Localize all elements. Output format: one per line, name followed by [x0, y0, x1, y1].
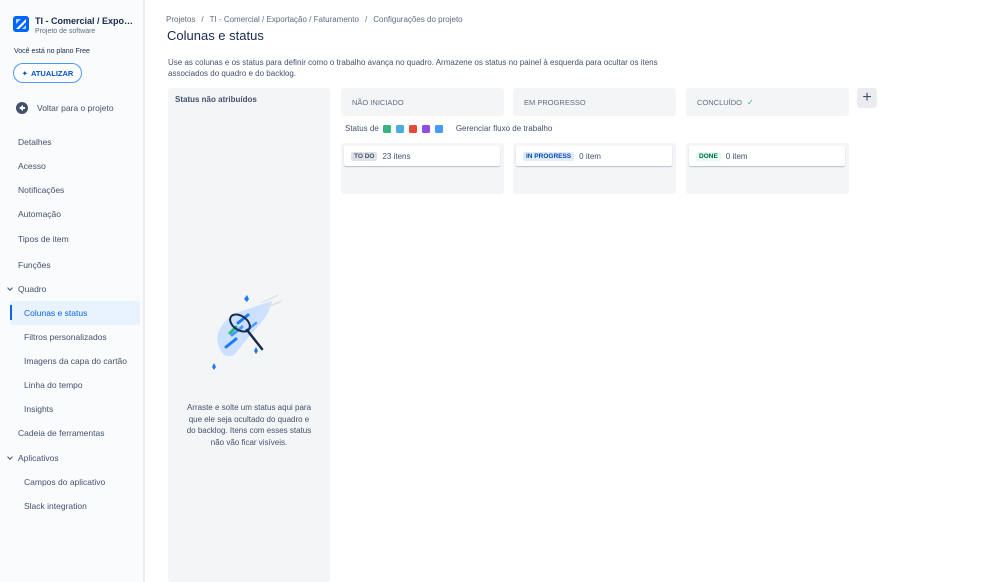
- sidebar-item-acesso[interactable]: Acesso: [18, 161, 46, 171]
- bug-type-icon: [408, 124, 417, 133]
- chevron-down-icon: [7, 453, 13, 460]
- status-of-label: Status de: [345, 124, 379, 133]
- page-title: Colunas e status: [167, 28, 264, 43]
- project-header[interactable]: TI - Comercial / Exporta... Projeto de s…: [13, 16, 135, 35]
- status-count: 0 item: [725, 151, 748, 161]
- status-card-in-progress[interactable]: IN PROGRESS 0 item: [516, 146, 672, 166]
- manage-workflow-link[interactable]: Gerenciar fluxo de trabalho: [456, 124, 553, 133]
- column-body-em-progresso[interactable]: IN PROGRESS 0 item: [513, 143, 676, 194]
- back-label: Voltar para o projeto: [37, 103, 114, 113]
- sidebar-item-automacao[interactable]: Automação: [18, 209, 61, 219]
- sidebar-item-linha[interactable]: Linha do tempo: [24, 380, 83, 390]
- back-to-project-link[interactable]: Voltar para o projeto: [16, 102, 114, 114]
- story-type-icon: [382, 124, 391, 133]
- column-header-em-progresso[interactable]: EM PROGRESSO: [513, 88, 676, 116]
- plus-icon: +: [862, 89, 872, 106]
- sidebar-item-campos[interactable]: Campos do aplicativo: [24, 477, 105, 487]
- status-lozenge: DONE: [696, 151, 721, 161]
- status-lozenge: TO DO: [351, 151, 378, 161]
- add-column-button[interactable]: +: [857, 88, 877, 108]
- breadcrumb-settings[interactable]: Configurações do projeto: [373, 15, 462, 24]
- sidebar: TI - Comercial / Exporta... Projeto de s…: [0, 0, 145, 582]
- task-type-icon: [395, 124, 404, 133]
- sidebar-item-cadeia[interactable]: Cadeia de ferramentas: [18, 428, 104, 438]
- column-header-concluido[interactable]: CONCLUÍDO ✓: [686, 88, 849, 116]
- upgrade-label: ATUALIZAR: [30, 68, 74, 78]
- sidebar-item-imagens[interactable]: Imagens da capa do cartão: [24, 356, 127, 366]
- column-title: CONCLUÍDO: [697, 97, 743, 107]
- column-title: NÃO INICIADO: [352, 97, 404, 107]
- sparkle-icon: ✦: [21, 68, 28, 78]
- epic-type-icon: [421, 124, 430, 133]
- sidebar-item-slack[interactable]: Slack integration: [24, 501, 87, 511]
- breadcrumb-project[interactable]: TI - Comercial / Exportação / Faturament…: [210, 15, 359, 24]
- sidebar-item-funcoes[interactable]: Funções: [18, 260, 51, 270]
- breadcrumb-separator: /: [201, 15, 204, 24]
- project-type: Projeto de software: [35, 28, 96, 35]
- sidebar-group-label: Aplicativos: [18, 453, 59, 463]
- upgrade-button[interactable]: ✦ ATUALIZAR: [13, 63, 82, 83]
- subtask-type-icon: [434, 124, 443, 133]
- breadcrumb-separator: /: [364, 15, 368, 24]
- column-body-concluido[interactable]: DONE 0 item: [686, 143, 849, 194]
- status-lozenge: IN PROGRESS: [523, 151, 575, 161]
- status-count: 23 itens: [382, 151, 411, 161]
- check-icon: ✓: [747, 97, 754, 107]
- plan-text: Você está no plano Free: [14, 48, 90, 55]
- unassigned-statuses-panel[interactable]: Status não atribuídos Arraste e solte um…: [168, 88, 330, 582]
- breadcrumb: Projetos / TI - Comercial / Exportação /…: [166, 15, 463, 24]
- page-description: Use as colunas e os status para definir …: [168, 58, 658, 78]
- sidebar-item-colunas[interactable]: Colunas e status: [24, 308, 87, 318]
- sidebar-item-notificacoes[interactable]: Notificações: [18, 185, 64, 195]
- column-title: EM PROGRESSO: [524, 97, 586, 107]
- sidebar-group-quadro[interactable]: Quadro: [7, 284, 47, 294]
- sidebar-group-aplicativos[interactable]: Aplicativos: [7, 453, 59, 463]
- arrow-left-circle-icon: [16, 102, 28, 114]
- project-logo-icon: [13, 16, 29, 32]
- sidebar-item-insights[interactable]: Insights: [24, 404, 53, 414]
- empty-state-text: Arraste e solte um status aqui para que …: [186, 403, 312, 447]
- active-item-indicator: [10, 305, 12, 320]
- status-card-done[interactable]: DONE 0 item: [689, 146, 845, 166]
- empty-state-illustration: [206, 293, 292, 398]
- column-body-nao-iniciado[interactable]: TO DO 23 itens: [341, 143, 504, 194]
- sidebar-group-label: Quadro: [18, 284, 47, 294]
- status-count: 0 item: [579, 151, 601, 161]
- status-of-line: Status de Gerenciar fluxo de trabalho: [345, 124, 552, 133]
- status-card-todo[interactable]: TO DO 23 itens: [344, 146, 500, 166]
- breadcrumb-projetos[interactable]: Projetos: [166, 15, 195, 24]
- app-root: TI - Comercial / Exporta... Projeto de s…: [0, 0, 998, 582]
- chevron-down-icon: [7, 284, 13, 291]
- sidebar-item-tipos[interactable]: Tipos de item: [18, 234, 69, 244]
- project-name: TI - Comercial / Exporta...: [35, 16, 135, 26]
- column-header-nao-iniciado[interactable]: NÃO INICIADO: [341, 88, 504, 116]
- sidebar-item-detalhes[interactable]: Detalhes: [18, 137, 52, 147]
- unassigned-title: Status não atribuídos: [175, 95, 257, 104]
- sidebar-item-filtros[interactable]: Filtros personalizados: [24, 332, 107, 342]
